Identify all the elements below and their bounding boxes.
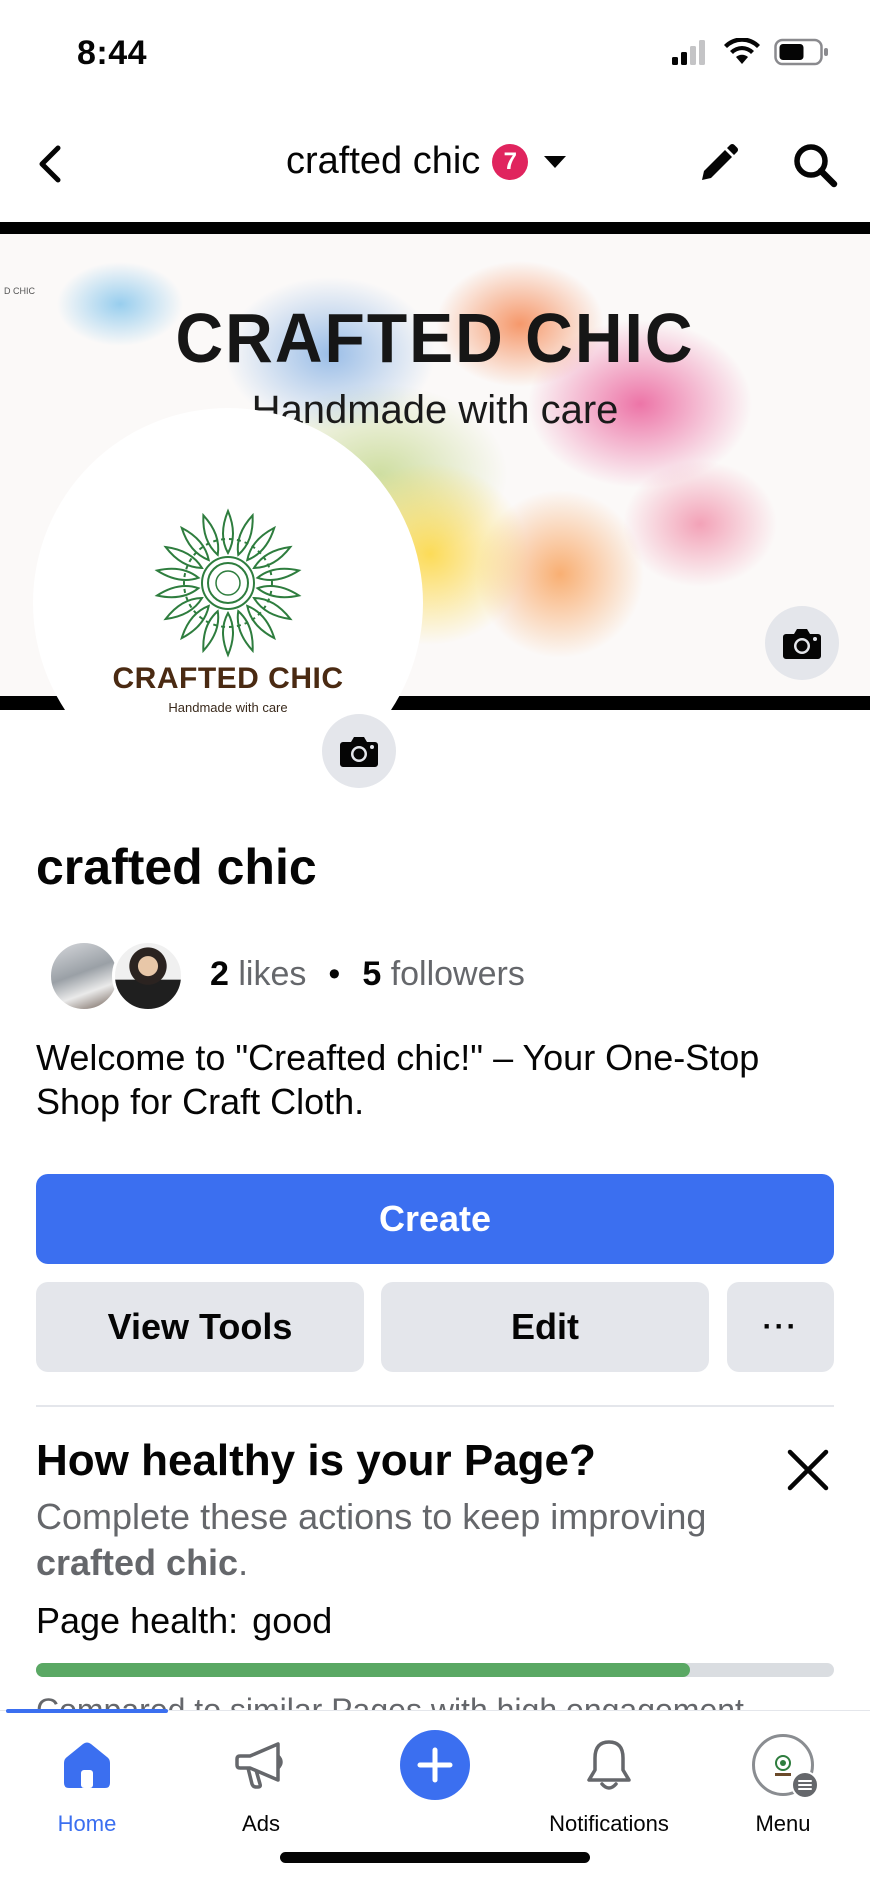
- camera-icon: [783, 629, 821, 659]
- wifi-icon: [724, 38, 760, 64]
- likes-stat: 2 likes: [210, 955, 307, 993]
- megaphone-icon: [235, 1742, 283, 1789]
- edit-cover-button[interactable]: [765, 606, 839, 680]
- tab-label: Menu: [755, 1811, 811, 1836]
- signal-icon: [672, 40, 705, 65]
- follower-avatars[interactable]: [48, 940, 186, 1012]
- active-tab-indicator: [6, 1709, 168, 1713]
- back-arrow-icon[interactable]: [32, 142, 72, 186]
- home-icon: [64, 1742, 110, 1788]
- home-indicator: [280, 1852, 590, 1863]
- more-options-button[interactable]: ···: [727, 1282, 834, 1372]
- search-icon[interactable]: [790, 140, 840, 190]
- view-tools-button[interactable]: View Tools: [36, 1282, 364, 1372]
- notification-badge: 7: [492, 143, 529, 180]
- tab-notifications[interactable]: Notifications: [522, 1733, 696, 1837]
- logo-name: CRAFTED CHIC: [112, 662, 344, 695]
- health-compare-text: Compared to similar Pages with high enga…: [36, 1692, 744, 1710]
- followers-stat: 5 followers: [362, 955, 525, 993]
- tab-label: Ads: [242, 1811, 280, 1836]
- separator-dot: •: [328, 955, 341, 993]
- create-button[interactable]: Create: [36, 1174, 834, 1264]
- page-health-status: Page health: good: [36, 1600, 333, 1641]
- page-stats[interactable]: 2 likes • 5 followers: [210, 955, 525, 994]
- cover-subtitle: Handmade with care: [251, 388, 619, 432]
- phone-screen: 8:44 crafted chic 7 D CHIC CRAFTED CHIC …: [0, 0, 870, 1883]
- page-description: Welcome to "Creafted chic!" – Your One-S…: [36, 1037, 760, 1122]
- caret-down-icon: [544, 155, 567, 168]
- status-time: 8:44: [77, 34, 148, 72]
- tab-home[interactable]: Home: [0, 1733, 174, 1837]
- page-switcher[interactable]: crafted chic 7: [286, 140, 567, 183]
- tab-label: Notifications: [549, 1811, 669, 1836]
- mandala-logo-icon: [154, 508, 302, 658]
- follower-avatar: [48, 940, 120, 1012]
- page-header: crafted chic 7: [0, 120, 870, 208]
- cover-title: CRAFTED CHIC: [175, 299, 695, 377]
- page-name: crafted chic: [36, 839, 317, 895]
- plus-button: [400, 1730, 470, 1800]
- tab-create[interactable]: [348, 1730, 522, 1800]
- health-card-title: How healthy is your Page?: [36, 1436, 596, 1485]
- cover-corner-text: D CHIC: [4, 286, 35, 296]
- health-progress-bar: [36, 1663, 834, 1677]
- bell-icon: [587, 1740, 631, 1790]
- close-icon[interactable]: [786, 1448, 830, 1492]
- follower-avatar: [112, 940, 184, 1012]
- battery-icon: [774, 38, 828, 66]
- menu-icon: [791, 1771, 819, 1799]
- plus-icon: [417, 1747, 453, 1783]
- tab-menu[interactable]: Menu: [696, 1733, 870, 1837]
- pencil-icon[interactable]: [694, 140, 742, 188]
- tab-ads[interactable]: Ads: [174, 1733, 348, 1837]
- section-divider: [36, 1405, 834, 1407]
- menu-avatar: [752, 1734, 819, 1799]
- camera-icon: [340, 737, 378, 767]
- header-title: crafted chic: [286, 140, 481, 182]
- edit-button[interactable]: Edit: [381, 1282, 709, 1372]
- logo-tagline: Handmade with care: [168, 700, 288, 715]
- tab-label: Home: [57, 1811, 117, 1836]
- health-progress-fill: [36, 1663, 691, 1677]
- health-card-subtitle: Complete these actions to keep improving…: [36, 1496, 707, 1583]
- status-icons: [670, 38, 830, 66]
- edit-profile-picture-button[interactable]: [322, 714, 396, 788]
